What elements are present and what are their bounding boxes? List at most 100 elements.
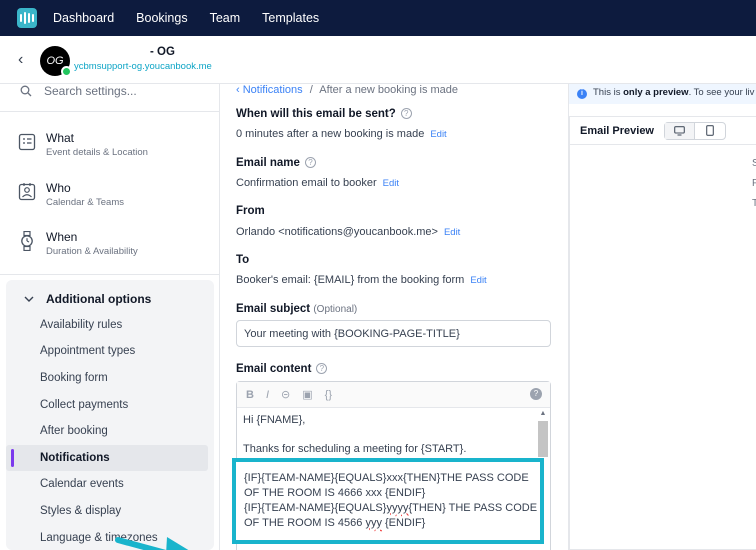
to-value: Booker's email: {EMAIL} from the booking… (236, 274, 487, 286)
preview-panel: i This is only a preview. To see your liv… (568, 84, 756, 550)
info-icon: i (577, 89, 587, 99)
to-label: To (236, 254, 250, 266)
email-content-label: Email content? (236, 363, 328, 375)
edit-when-link[interactable]: Edit (430, 129, 446, 140)
code-icon[interactable]: {} (325, 389, 332, 401)
sidebar-item-title: What (46, 131, 75, 145)
search-placeholder: Search settings... (44, 84, 137, 98)
chevron-down-icon (24, 296, 34, 302)
sidebar-item-notifications[interactable]: Notifications (40, 452, 110, 464)
when-sent-text: 0 minutes after a new booking is made (236, 128, 425, 140)
search-icon (20, 85, 32, 97)
top-nav: Dashboard Bookings Team Templates (0, 0, 756, 36)
nav-dashboard[interactable]: Dashboard (53, 11, 114, 25)
from-label: From (236, 205, 265, 217)
editor-line: Hi {FNAME}, (243, 414, 306, 426)
from-value: Orlando <notifications@youcanbook.me> Edi… (236, 226, 460, 238)
sidebar-item-subtitle: Calendar & Teams (46, 197, 124, 208)
sidebar-item-availability-rules[interactable]: Availability rules (40, 319, 122, 331)
sidebar-item-appointment-types[interactable]: Appointment types (40, 345, 135, 357)
desktop-icon (674, 125, 685, 136)
email-name-label-text: Email name (236, 157, 300, 169)
from-text: Orlando <notifications@youcanbook.me> (236, 226, 438, 238)
editor-help-icon[interactable]: ? (530, 388, 542, 400)
additional-options-toggle[interactable]: Additional options (24, 292, 151, 306)
when-sent-label-text: When will this email be sent? (236, 108, 396, 120)
sidebar-item-what[interactable]: What Event details & Location (0, 131, 220, 181)
sidebar-item-title: Who (46, 181, 71, 195)
scroll-thumb[interactable] (538, 421, 548, 457)
conditional-text-highlight: {IF}{TEAM-NAME}{EQUALS}xxx{THEN}THE PASS… (232, 458, 544, 544)
online-status-icon (61, 66, 72, 77)
email-subject-label: Email subject (Optional) (236, 303, 357, 315)
avatar[interactable]: OG (40, 46, 72, 77)
email-name-label: Email name? (236, 157, 316, 169)
booking-page-name: - OG (150, 46, 175, 58)
booking-page-url[interactable]: ycbmsupport-og.youcanbook.me (74, 61, 212, 72)
when-sent-label: When will this email be sent?? (236, 108, 412, 120)
help-icon[interactable]: ? (316, 363, 328, 375)
sidebar-divider (0, 111, 220, 112)
sidebar-item-collect-payments[interactable]: Collect payments (40, 399, 128, 411)
info-prefix: This is (593, 87, 621, 98)
email-content-label-text: Email content (236, 363, 312, 375)
active-item-indicator (11, 449, 14, 467)
sidebar-item-subtitle: Event details & Location (46, 147, 148, 158)
when-sent-value: 0 minutes after a new booking is made Edi… (236, 128, 447, 140)
edit-to-link[interactable]: Edit (470, 275, 486, 286)
breadcrumb: ‹ Notifications / After a new booking is… (236, 84, 458, 96)
sidebar-item-calendar-events[interactable]: Calendar events (40, 478, 124, 490)
to-text: Booker's email: {EMAIL} from the booking… (236, 274, 465, 286)
desktop-view-button[interactable] (665, 122, 695, 139)
nav-bookings[interactable]: Bookings (136, 11, 187, 25)
avatar-text: OG (46, 55, 64, 67)
info-bold: only a preview (623, 87, 689, 98)
highlight-line: {IF}{TEAM-NAME}{EQUALS}xxx{THEN}THE PASS… (244, 472, 529, 484)
bold-button[interactable]: B (246, 389, 254, 401)
app-logo-icon[interactable] (17, 8, 37, 28)
help-icon[interactable]: ? (400, 108, 412, 120)
notification-editor: ‹ Notifications / After a new booking is… (221, 84, 568, 550)
sidebar-item-when[interactable]: When Duration & Availability (0, 230, 220, 280)
link-icon[interactable]: ⊝ (281, 388, 290, 401)
mobile-view-button[interactable] (695, 123, 725, 139)
highlight-line: OF THE ROOM IS 4566 yyy {ENDIF} (244, 517, 426, 529)
editor-line: Thanks for scheduling a meeting for {STA… (243, 443, 467, 455)
preview-cut-text: F (752, 178, 756, 189)
image-icon[interactable]: ▣ (302, 388, 312, 401)
email-preview-header: Email Preview (570, 117, 756, 145)
additional-options-title: Additional options (46, 292, 152, 306)
scroll-up-icon[interactable]: ▲ (538, 410, 548, 417)
italic-button[interactable]: I (266, 389, 269, 401)
sidebar-item-title: When (46, 230, 78, 244)
sidebar-item-who[interactable]: Who Calendar & Teams (0, 181, 220, 231)
highlight-line: {IF}{TEAM-NAME}{EQUALS}yyyy{THEN} THE PA… (244, 502, 538, 514)
preview-cut-text: T (752, 198, 756, 209)
sidebar-item-subtitle: Duration & Availability (46, 246, 138, 257)
optional-tag: (Optional) (313, 304, 358, 315)
editor-toolbar: B I ⊝ ▣ {} ? (237, 382, 550, 408)
breadcrumb-notifications-link[interactable]: ‹ Notifications (236, 84, 303, 96)
device-toggle (664, 121, 726, 140)
email-preview-title: Email Preview (580, 124, 654, 137)
sidebar-item-booking-form[interactable]: Booking form (40, 372, 108, 384)
nav-team[interactable]: Team (210, 11, 241, 25)
preview-info-banner: i This is only a preview. To see your liv (569, 84, 756, 104)
edit-email-name-link[interactable]: Edit (383, 178, 399, 189)
breadcrumb-link-label: Notifications (242, 84, 303, 96)
sidebar-item-after-booking[interactable]: After booking (40, 425, 108, 437)
sidebar-divider (0, 274, 220, 275)
edit-from-link[interactable]: Edit (444, 227, 460, 238)
email-name-text: Confirmation email to booker (236, 177, 377, 189)
watch-icon (21, 231, 33, 251)
email-subject-input[interactable]: Your meeting with {BOOKING-PAGE-TITLE} (236, 320, 551, 347)
help-icon[interactable]: ? (304, 157, 316, 169)
nav-templates[interactable]: Templates (262, 11, 319, 25)
sidebar-item-styles-display[interactable]: Styles & display (40, 505, 121, 517)
back-arrow-icon[interactable]: ‹ (18, 51, 23, 69)
info-suffix: . To see your liv (688, 87, 755, 98)
email-name-value: Confirmation email to booker Edit (236, 177, 399, 189)
breadcrumb-current: After a new booking is made (319, 84, 459, 96)
search-settings[interactable]: Search settings... (20, 84, 137, 98)
mobile-icon (706, 125, 714, 136)
